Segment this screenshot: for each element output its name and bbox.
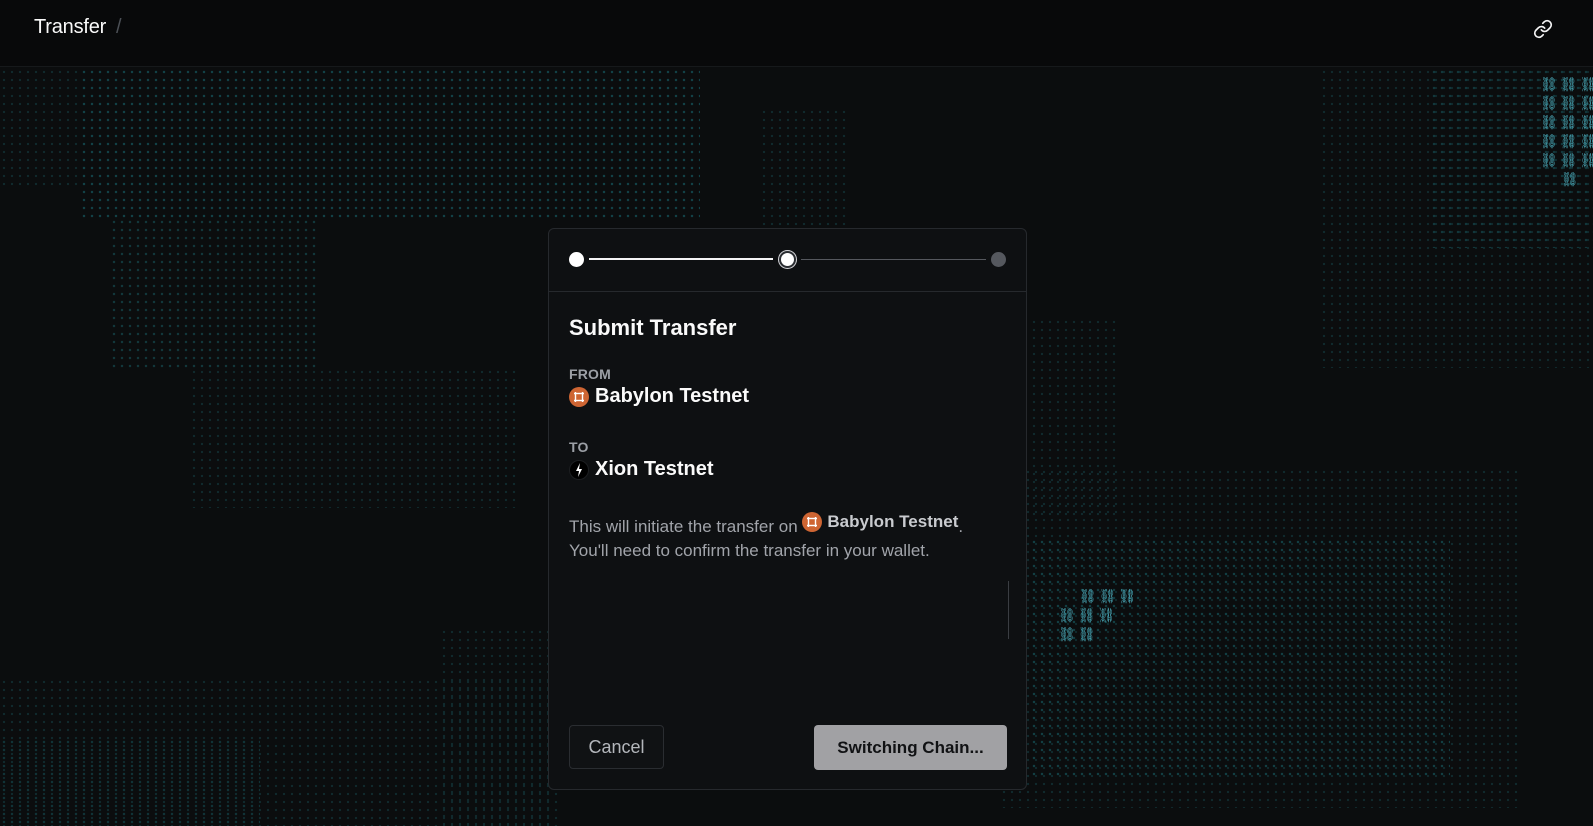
babylon-logo-icon bbox=[802, 512, 823, 532]
to-chain: Xion Testnet bbox=[569, 458, 714, 481]
cancel-button[interactable]: Cancel bbox=[569, 725, 664, 769]
step-connector-pending bbox=[801, 259, 986, 260]
step-1-complete bbox=[569, 252, 584, 267]
link-icon bbox=[1533, 19, 1553, 39]
dialog-title: Submit Transfer bbox=[569, 315, 737, 340]
transfer-description: This will initiate the transfer on Babyl… bbox=[569, 512, 1009, 563]
babylon-logo-icon bbox=[569, 386, 589, 407]
description-suffix: . bbox=[958, 517, 964, 536]
description-chain-name: Babylon Testnet bbox=[827, 512, 959, 531]
from-chain: Babylon Testnet bbox=[569, 385, 749, 408]
switching-chain-button[interactable]: Switching Chain... bbox=[814, 725, 1007, 770]
submit-transfer-dialog: Submit Transfer FROM Babylon Testnet TO … bbox=[548, 228, 1027, 790]
step-2-current bbox=[779, 251, 796, 268]
description-line2: You'll need to confirm the transfer in y… bbox=[569, 541, 930, 560]
from-chain-name: Babylon Testnet bbox=[595, 385, 750, 407]
to-chain-name: Xion Testnet bbox=[595, 458, 714, 480]
step-3-pending bbox=[991, 252, 1006, 267]
scrollbar[interactable] bbox=[1008, 581, 1009, 639]
top-bar: Transfer / bbox=[0, 0, 1593, 67]
progress-stepper bbox=[549, 229, 1026, 292]
to-label: TO bbox=[569, 439, 589, 455]
breadcrumb-transfer[interactable]: Transfer bbox=[34, 16, 106, 39]
copy-link-button[interactable] bbox=[1530, 16, 1556, 42]
breadcrumb-separator: / bbox=[116, 16, 122, 38]
xion-logo-icon bbox=[569, 459, 589, 480]
description-chain: Babylon Testnet bbox=[802, 510, 958, 534]
from-label: FROM bbox=[569, 366, 612, 382]
step-connector-complete bbox=[589, 258, 773, 260]
description-prefix: This will initiate the transfer on bbox=[569, 517, 798, 536]
